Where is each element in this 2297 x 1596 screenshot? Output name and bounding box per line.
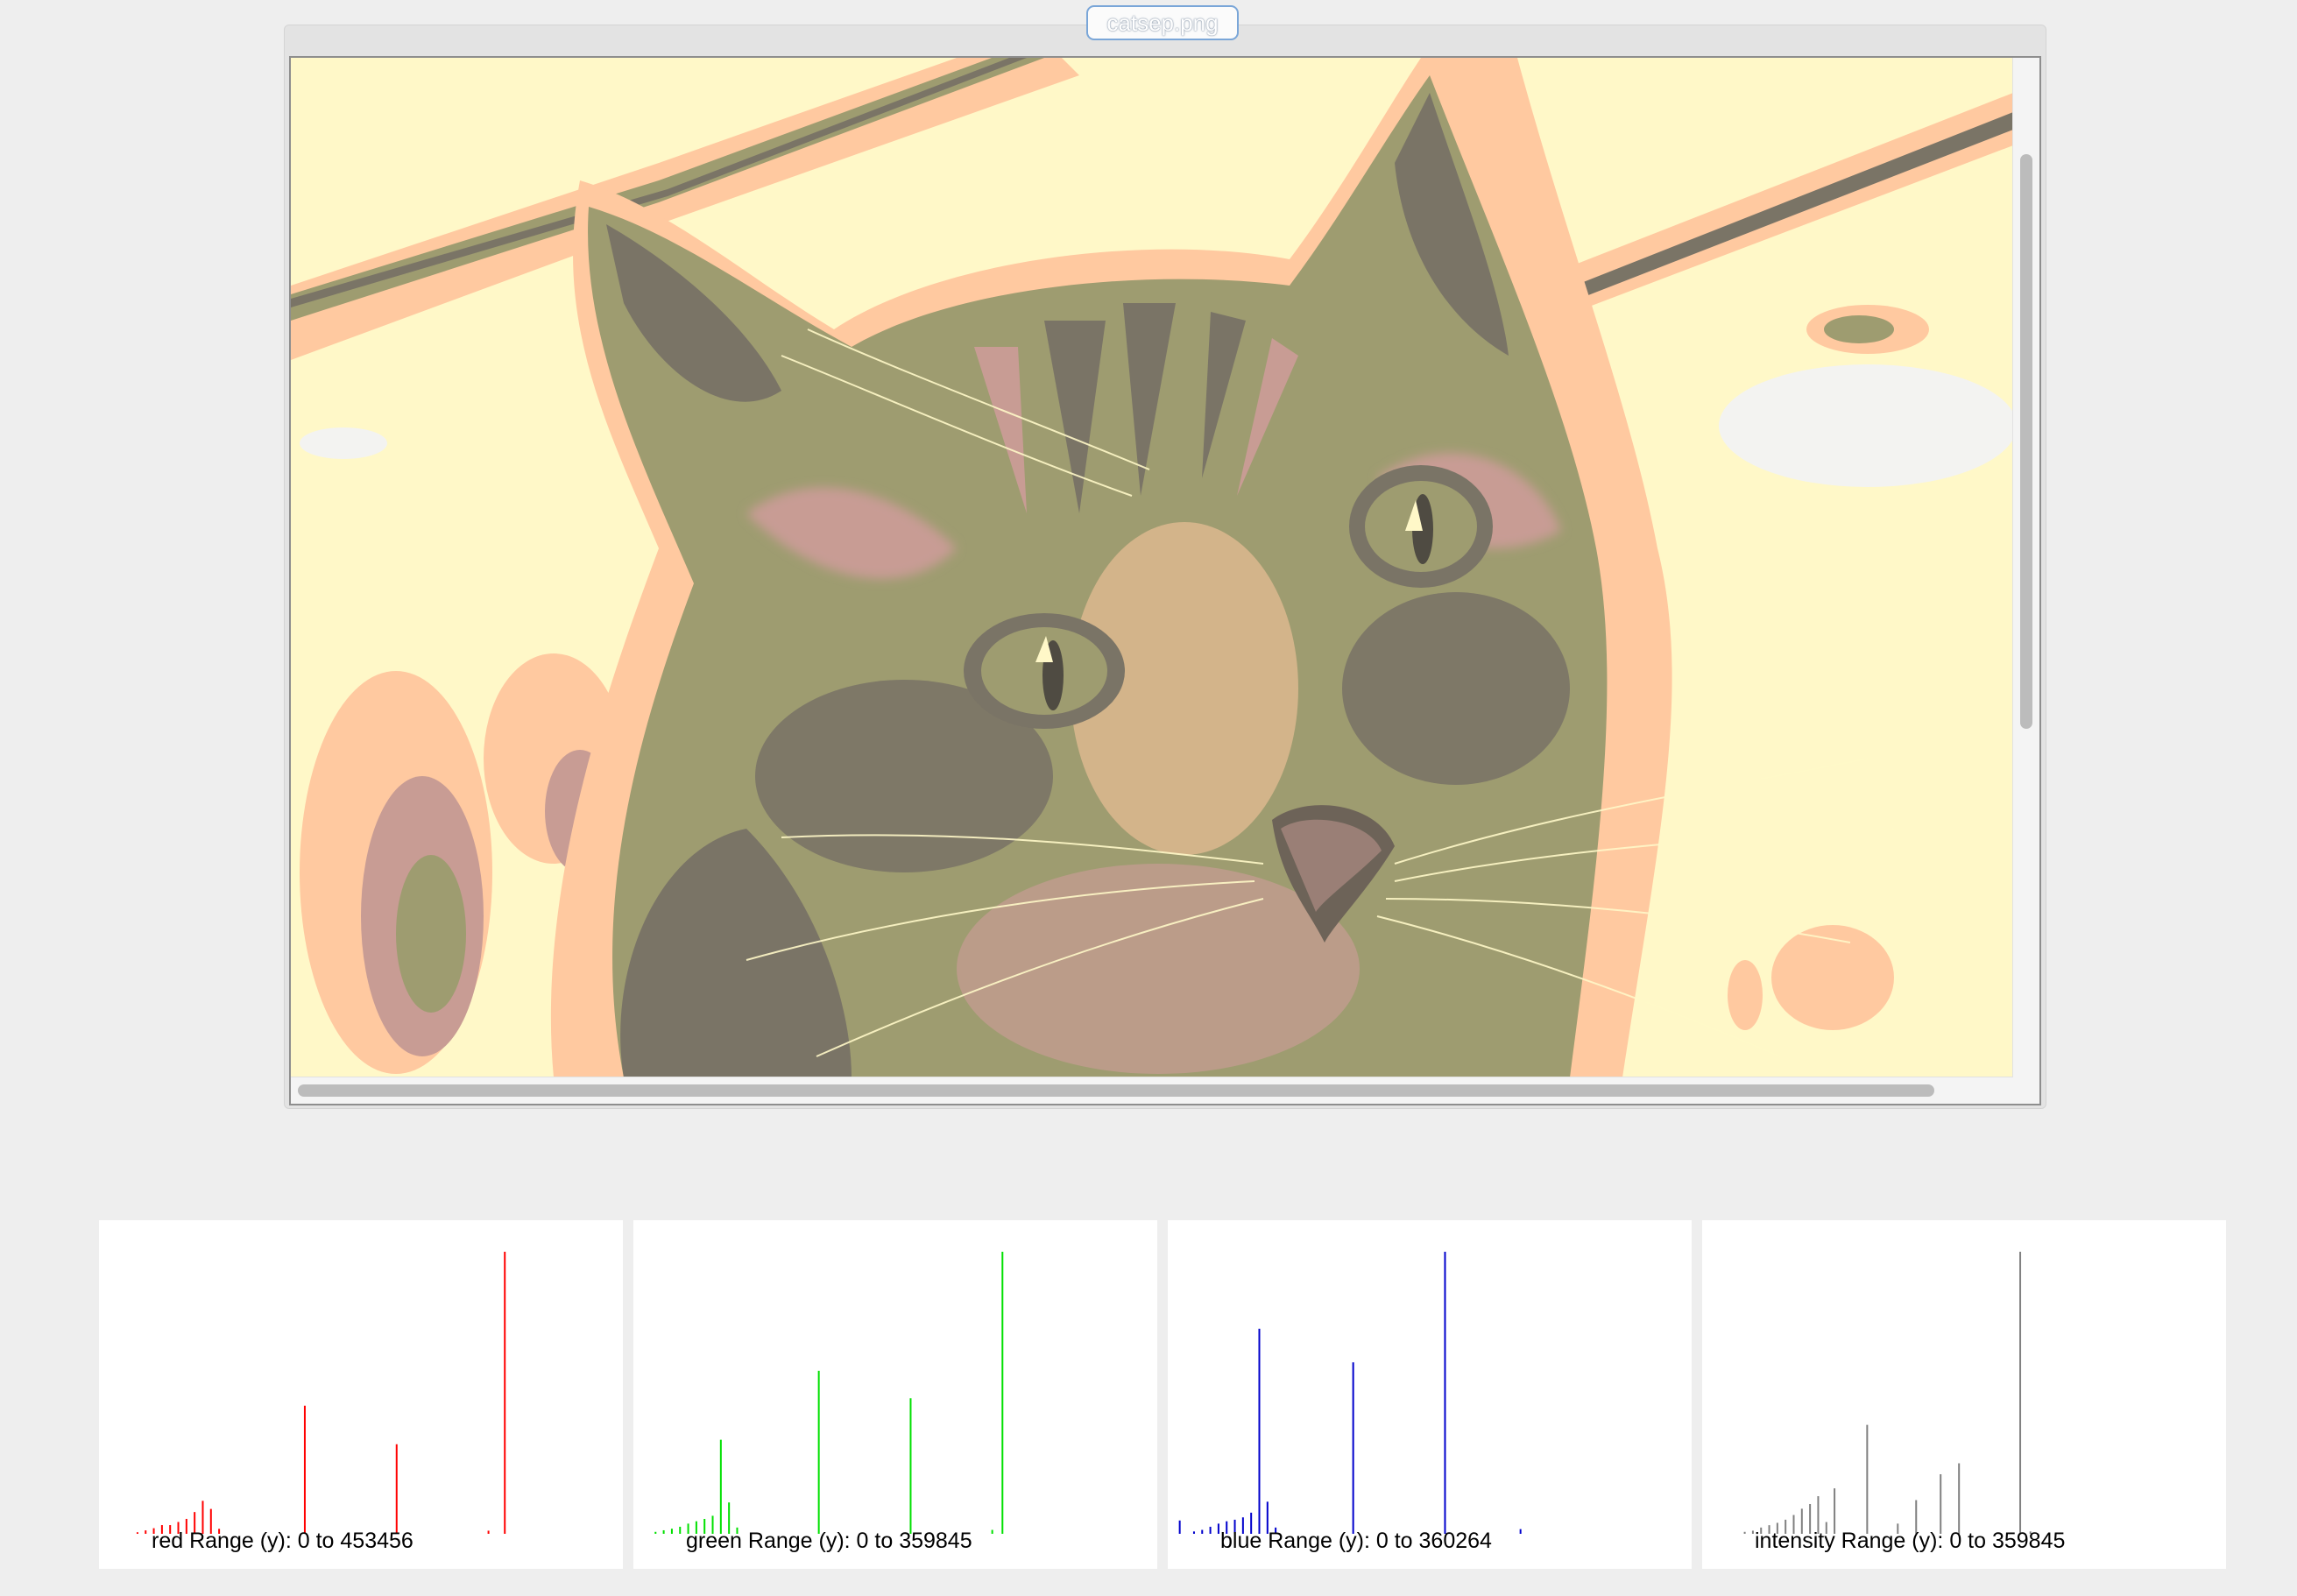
blue-histogram-chart xyxy=(1178,1252,1522,1534)
intensity-histogram-panel: intensity Range (y): 0 to 359845 xyxy=(1702,1220,2226,1569)
scroll-corner xyxy=(2013,1077,2039,1104)
blue-histogram-range-label: blue Range (y): 0 to 360264 xyxy=(1220,1529,1492,1553)
intensity-histogram-range-label: intensity Range (y): 0 to 359845 xyxy=(1755,1529,2066,1553)
blue-histogram-panel: blue Range (y): 0 to 360264 xyxy=(1168,1220,1692,1569)
vertical-scrollbar[interactable] xyxy=(2012,58,2039,1077)
horizontal-scrollbar[interactable] xyxy=(291,1077,2013,1104)
green-histogram-chart xyxy=(654,1252,1004,1534)
red-histogram-range-label: red Range (y): 0 to 453456 xyxy=(152,1529,413,1553)
image-scroll-pane[interactable] xyxy=(289,56,2041,1105)
file-name-tab[interactable]: catsep.png xyxy=(1086,5,1239,40)
red-histogram-chart xyxy=(136,1252,506,1534)
green-histogram-range-label: green Range (y): 0 to 359845 xyxy=(686,1529,972,1553)
posterized-cat-image xyxy=(291,58,2013,1077)
intensity-histogram-chart xyxy=(1743,1252,2032,1534)
red-histogram-panel: red Range (y): 0 to 453456 xyxy=(99,1220,623,1569)
vertical-scrollbar-thumb[interactable] xyxy=(2020,154,2032,729)
horizontal-scrollbar-thumb[interactable] xyxy=(298,1084,1934,1097)
green-histogram-panel: green Range (y): 0 to 359845 xyxy=(633,1220,1157,1569)
